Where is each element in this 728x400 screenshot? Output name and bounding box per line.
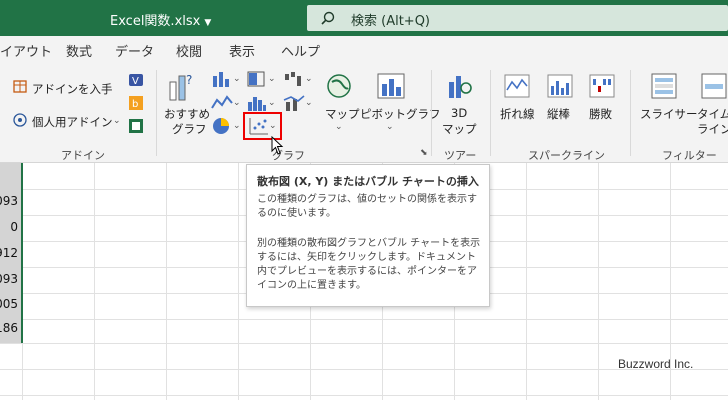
column-chart-icon[interactable] [211, 70, 233, 92]
sparkline-winloss-button[interactable]: 勝敗 [589, 106, 612, 122]
people-graph-icon[interactable] [128, 118, 144, 138]
group-divider [156, 70, 157, 156]
sparklines-group-label: スパークライン [528, 149, 605, 162]
selected-range[interactable]: 093 0 912 093 005 186 [0, 163, 23, 343]
chevron-down-icon[interactable]: ⌄ [335, 122, 343, 132]
recommended-charts-icon: ? [168, 72, 196, 106]
svg-text:b: b [132, 99, 138, 110]
chevron-down-icon[interactable]: ⌄ [268, 74, 276, 84]
sparkline-line-button[interactable]: 折れ線 [500, 106, 535, 122]
mouse-cursor-icon [271, 136, 284, 155]
cell-value[interactable]: 093 [0, 194, 18, 208]
document-title[interactable]: Excel関数.xlsx ▼ [110, 10, 211, 29]
combo-chart-icon[interactable] [283, 94, 305, 116]
chevron-down-icon[interactable]: ⌄ [268, 98, 276, 108]
chevron-down-icon: ▼ [204, 18, 212, 28]
chevron-down-icon[interactable]: ⌄ [305, 98, 313, 108]
chevron-down-icon[interactable]: ⌄ [305, 74, 313, 84]
my-addins-button[interactable]: 個人用アドイン [32, 114, 113, 130]
cell-value[interactable]: 186 [0, 321, 18, 335]
tab-review[interactable]: 校閲 [176, 41, 202, 60]
slicer-icon [650, 72, 678, 104]
cell-value[interactable]: 093 [0, 272, 18, 286]
map-chart-button[interactable]: マップ [325, 106, 360, 122]
waterfall-chart-icon[interactable] [283, 70, 305, 92]
filters-group-label: フィルター [662, 149, 717, 162]
my-addins-icon [12, 112, 28, 132]
tab-help[interactable]: ヘルプ [281, 41, 320, 60]
store-icon [12, 78, 28, 98]
cell-value[interactable]: 0 [10, 220, 18, 234]
pivot-chart-button[interactable]: ピボットグラフ [360, 106, 441, 122]
scatter-tooltip: 散布図 (X, Y) またはバブル チャートの挿入 この種類のグラフは、値のセッ… [246, 164, 490, 307]
hierarchy-chart-icon[interactable] [246, 70, 268, 92]
recommended-charts-line1[interactable]: おすすめ [164, 106, 210, 122]
3d-map-line1[interactable]: 3D [451, 106, 467, 120]
recommended-charts-line2[interactable]: グラフ [172, 121, 207, 137]
line-chart-icon[interactable] [211, 94, 233, 116]
sparkline-line-icon [504, 74, 530, 102]
group-divider [431, 70, 432, 156]
ribbon: アドインを入手 個人用アドイン ⌄ V b アドイン ? おすすめ グラフ ⌄ … [0, 64, 728, 163]
cell-value[interactable]: 912 [0, 246, 18, 260]
pie-chart-icon[interactable] [211, 116, 233, 140]
document-title-text: Excel関数.xlsx [110, 14, 201, 29]
timeline-button-line2[interactable]: ライン [697, 121, 728, 137]
3d-map-line2[interactable]: マップ [442, 121, 477, 137]
dialog-launcher-icon[interactable]: ⬊ [420, 148, 428, 158]
group-divider [630, 70, 631, 156]
timeline-button-line1[interactable]: タイム [697, 106, 728, 122]
map-chart-icon [326, 72, 352, 104]
tab-page-layout[interactable]: イアウト [0, 41, 52, 60]
watermark: Buzzword Inc. [618, 357, 694, 371]
tab-view[interactable]: 表示 [229, 41, 255, 60]
chevron-down-icon[interactable]: ⌄ [233, 74, 241, 84]
pivot-chart-icon [376, 72, 408, 104]
bing-icon[interactable]: b [128, 95, 144, 115]
tooltip-title: 散布図 (X, Y) またはバブル チャートの挿入 [257, 175, 479, 188]
addins-group-label: アドイン [61, 149, 105, 162]
svg-text:?: ? [186, 73, 192, 87]
title-bar: Excel関数.xlsx ▼ 検索 (Alt+Q) [0, 0, 728, 36]
chevron-down-icon[interactable]: ⌄ [233, 121, 241, 131]
chevron-down-icon[interactable]: ⌄ [113, 116, 121, 126]
ribbon-tabs: イアウト 数式 データ 校閲 表示 ヘルプ [0, 36, 728, 64]
cell-value[interactable]: 005 [0, 297, 18, 311]
search-box[interactable]: 検索 (Alt+Q) [307, 5, 728, 31]
search-icon [321, 11, 335, 25]
svg-text:V: V [132, 76, 139, 87]
tab-formulas[interactable]: 数式 [66, 41, 92, 60]
group-divider [490, 70, 491, 156]
3d-map-icon [445, 72, 473, 104]
visio-icon[interactable]: V [128, 72, 144, 92]
get-addins-button[interactable]: アドインを入手 [32, 81, 113, 97]
slicer-button[interactable]: スライサー [640, 106, 698, 122]
timeline-icon [700, 72, 728, 104]
sparkline-column-button[interactable]: 縦棒 [547, 106, 570, 122]
tours-group-label: ツアー [444, 149, 477, 162]
search-label: 検索 (Alt+Q) [351, 14, 431, 29]
chevron-down-icon[interactable]: ⌄ [233, 98, 241, 108]
tooltip-description: この種類のグラフは、値のセットの関係を表示するのに使います。 [257, 194, 477, 219]
tooltip-description-more: 別の種類の散布図グラフとバブル チャートを表示するには、矢印をクリックします。ド… [257, 238, 481, 291]
tab-data[interactable]: データ [115, 41, 154, 60]
chevron-down-icon[interactable]: ⌄ [386, 122, 394, 132]
sparkline-column-icon [547, 74, 573, 102]
sparkline-winloss-icon [589, 74, 615, 102]
